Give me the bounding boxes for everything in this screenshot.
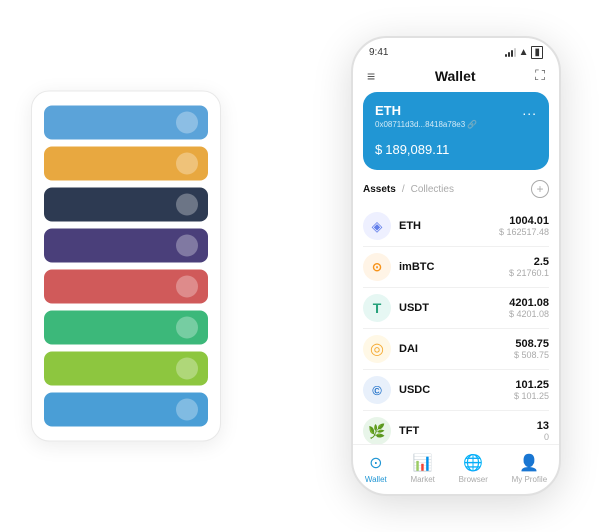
browser-nav-label: Browser [459,475,488,484]
imbtc-amounts: 2.5 $ 21760.1 [509,256,549,278]
card-item[interactable] [44,188,208,222]
card-item[interactable] [44,352,208,386]
asset-row-tft[interactable]: 🌿 TFT 13 0 [363,411,549,444]
usdt-amount: 4201.08 [509,297,549,309]
phone: 9:41 ▲ ▮ ≡ Wallet ⛶ ETH [351,36,561,496]
card-item-icon [176,153,198,175]
nav-browser[interactable]: 🌐 Browser [459,453,488,484]
eth-card-address: 0x08711d3d...8418a78e3 🔗 [375,120,537,129]
card-item-icon [176,358,198,380]
add-asset-button[interactable]: + [531,180,549,198]
asset-name-eth: ETH [399,220,499,232]
market-nav-label: Market [410,475,434,484]
card-item[interactable] [44,106,208,140]
signal-icon [505,49,516,57]
browser-nav-icon: 🌐 [463,453,483,473]
card-item-icon [176,399,198,421]
phone-content: ETH ... 0x08711d3d...8418a78e3 🔗 $189,08… [353,92,559,444]
profile-nav-icon: 👤 [519,453,539,473]
wifi-icon: ▲ [519,47,529,58]
dai-amounts: 508.75 $ 508.75 [514,338,549,360]
asset-list: ◈ ETH 1004.01 $ 162517.48 ⊙ imBTC 2.5 $ … [363,206,549,444]
wallet-nav-label: Wallet [365,475,387,484]
tab-assets[interactable]: Assets [363,184,396,195]
tft-amounts: 13 0 [537,420,549,442]
nav-market[interactable]: 📊 Market [410,453,434,484]
card-item[interactable] [44,229,208,263]
phone-nav: ⊙ Wallet 📊 Market 🌐 Browser 👤 My Profile [353,444,559,494]
card-item-icon [176,235,198,257]
asset-name-usdt: USDT [399,302,509,314]
asset-row-usdc[interactable]: © USDC 101.25 $ 101.25 [363,370,549,411]
eth-icon: ◈ [363,212,391,240]
eth-amounts: 1004.01 $ 162517.48 [499,215,549,237]
profile-nav-label: My Profile [512,475,548,484]
status-bar: 9:41 ▲ ▮ [353,38,559,63]
eth-card-balance: $189,089.11 [375,137,537,160]
market-nav-icon: 📊 [413,453,433,473]
asset-name-tft: TFT [399,425,537,437]
nav-profile[interactable]: 👤 My Profile [512,453,548,484]
eth-card-title: ETH [375,103,401,118]
usdt-amounts: 4201.08 $ 4201.08 [509,297,549,319]
dai-icon: ◎ [363,335,391,363]
tab-separator: / [402,184,405,195]
asset-row-imbtc[interactable]: ⊙ imBTC 2.5 $ 21760.1 [363,247,549,288]
asset-name-imbtc: imBTC [399,261,509,273]
dai-usd: $ 508.75 [514,350,549,360]
usdc-amounts: 101.25 $ 101.25 [514,379,549,401]
asset-row-dai[interactable]: ◎ DAI 508.75 $ 508.75 [363,329,549,370]
tft-amount: 13 [537,420,549,432]
asset-row-eth[interactable]: ◈ ETH 1004.01 $ 162517.48 [363,206,549,247]
asset-name-usdc: USDC [399,384,514,396]
expand-icon[interactable]: ⛶ [535,67,545,84]
phone-header: ≡ Wallet ⛶ [353,63,559,92]
imbtc-icon: ⊙ [363,253,391,281]
menu-icon[interactable]: ≡ [367,68,375,84]
card-item-icon [176,276,198,298]
currency-symbol: $ [375,142,382,157]
usdc-amount: 101.25 [514,379,549,391]
eth-card[interactable]: ETH ... 0x08711d3d...8418a78e3 🔗 $189,08… [363,92,549,170]
eth-usd: $ 162517.48 [499,227,549,237]
battery-icon: ▮ [531,46,543,59]
imbtc-usd: $ 21760.1 [509,268,549,278]
assets-tabs: Assets / Collecties [363,184,454,195]
card-item-icon [176,112,198,134]
card-item[interactable] [44,147,208,181]
card-item[interactable] [44,270,208,304]
assets-header: Assets / Collecties + [363,180,549,198]
card-item[interactable] [44,311,208,345]
card-item-icon [176,194,198,216]
time-display: 9:41 [369,47,388,58]
usdc-usd: $ 101.25 [514,391,549,401]
usdt-usd: $ 4201.08 [509,309,549,319]
tab-collecties[interactable]: Collecties [411,184,454,195]
balance-amount: 189,089.11 [385,142,449,157]
eth-card-menu[interactable]: ... [522,102,537,118]
tft-icon: 🌿 [363,417,391,444]
page-title: Wallet [435,68,476,84]
dai-amount: 508.75 [514,338,549,350]
status-icons: ▲ ▮ [505,46,543,59]
card-item-icon [176,317,198,339]
scene: 9:41 ▲ ▮ ≡ Wallet ⛶ ETH [11,11,591,521]
eth-amount: 1004.01 [499,215,549,227]
card-stack [31,91,221,442]
tft-usd: 0 [537,432,549,442]
card-item[interactable] [44,393,208,427]
wallet-nav-icon: ⊙ [369,453,382,473]
usdt-icon: T [363,294,391,322]
asset-row-usdt[interactable]: T USDT 4201.08 $ 4201.08 [363,288,549,329]
nav-wallet[interactable]: ⊙ Wallet [365,453,387,484]
usdc-icon: © [363,376,391,404]
eth-card-header: ETH ... [375,102,537,118]
asset-name-dai: DAI [399,343,514,355]
imbtc-amount: 2.5 [509,256,549,268]
